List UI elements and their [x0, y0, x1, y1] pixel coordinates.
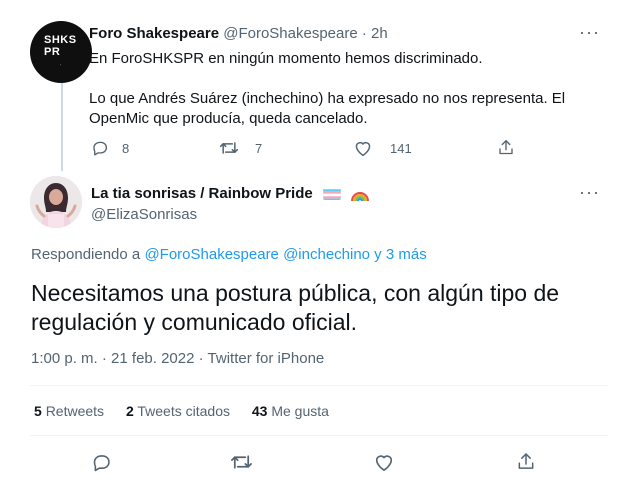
tweet1-share-button[interactable] [497, 138, 515, 157]
stat-likes[interactable]: 43 Me gusta [252, 403, 329, 419]
tweet1-text-line3: OpenMic que producía, queda cancelado. [89, 110, 368, 127]
avatar-eliza-sonrisas[interactable] [30, 176, 82, 228]
tweet1-text-line1: En ForoSHKSPR en ningún momento hemos di… [89, 50, 483, 67]
tweet1-handle[interactable]: @ForoShakespeare [223, 25, 357, 42]
meta-separator: · [198, 350, 204, 367]
tweet2-author-name[interactable]: La tia sonrisas / Rainbow Pride [91, 185, 313, 202]
trans-flag-emoji [322, 188, 341, 201]
tweet2-reply-button[interactable] [91, 452, 112, 473]
stat-retweets[interactable]: 5 Retweets [34, 403, 104, 419]
divider [30, 385, 608, 386]
rainbow-emoji [351, 186, 370, 202]
like-icon [373, 452, 395, 472]
reply-icon [91, 452, 112, 473]
avatar-subtext: · [60, 61, 62, 67]
tweet1-author-name[interactable]: Foro Shakespeare [89, 25, 219, 42]
tweet2-stats: 5 Retweets 2 Tweets citados 43 Me gusta [34, 403, 329, 419]
tweet2-meta: 1:00 p. m. · 21 feb. 2022 · Twitter for … [31, 350, 324, 367]
tweet1-reply-count: 8 [122, 140, 130, 156]
avatar-photo-icon [30, 176, 82, 228]
tweet2-text-line2: regulación y comunicado oficial. [31, 309, 358, 335]
tweet2-share-button[interactable] [516, 451, 536, 472]
tweet2-more-icon[interactable]: ··· [579, 182, 600, 203]
tweet1-time[interactable]: 2h [371, 25, 388, 42]
tweet1-body: En ForoSHKSPR en ningún momento hemos di… [89, 49, 599, 129]
like-icon [353, 139, 373, 157]
tweet2-author-row[interactable]: La tia sonrisas / Rainbow Pride [91, 185, 370, 202]
reply-to-handles[interactable]: @ForoShakespeare @inchechino y 3 más [144, 246, 426, 263]
reply-prefix: Respondiendo a [31, 246, 141, 263]
tweet2-text-line1: Necesitamos una postura pública, con alg… [31, 280, 560, 306]
tweet2-retweet-button[interactable] [230, 452, 253, 472]
meta-separator: · [101, 350, 107, 367]
stat-quotes[interactable]: 2 Tweets citados [126, 403, 230, 419]
tweet1-reply-button[interactable]: 8 [91, 139, 129, 157]
share-icon [497, 138, 515, 157]
tweet2-body: Necesitamos una postura pública, con alg… [31, 279, 601, 337]
retweet-icon [219, 139, 239, 157]
tweet2-source[interactable]: Twitter for iPhone [208, 350, 325, 367]
reply-context: Respondiendo a @ForoShakespeare @inchech… [31, 246, 427, 263]
reply-icon [91, 139, 109, 157]
tweet1-like-count: 141 [390, 140, 412, 156]
avatar-text: SHKSPR [44, 33, 77, 58]
tweet1-header: Foro Shakespeare @ForoShakespeare · 2h [89, 25, 388, 42]
tweet2-like-button[interactable] [373, 452, 395, 472]
tweet2-date[interactable]: 21 feb. 2022 [111, 350, 194, 367]
tweet2-time[interactable]: 1:00 p. m. [31, 350, 98, 367]
tweet1-like-button[interactable]: 141 [353, 139, 412, 157]
retweet-icon [230, 452, 253, 472]
tweet1-retweet-button[interactable]: 7 [219, 139, 262, 157]
share-icon [516, 451, 536, 472]
tweet1-separator: · [361, 25, 367, 42]
divider [30, 435, 608, 436]
tweet1-text-line2: Lo que Andrés Suárez (inchechino) ha exp… [89, 90, 566, 107]
avatar-foro-shakespeare[interactable]: SHKSPR · [30, 21, 92, 83]
tweet1-more-icon[interactable]: ··· [579, 22, 600, 43]
tweet2-handle[interactable]: @ElizaSonrisas [91, 206, 197, 223]
tweet1-retweet-count: 7 [255, 140, 263, 156]
thread-line [61, 76, 63, 171]
